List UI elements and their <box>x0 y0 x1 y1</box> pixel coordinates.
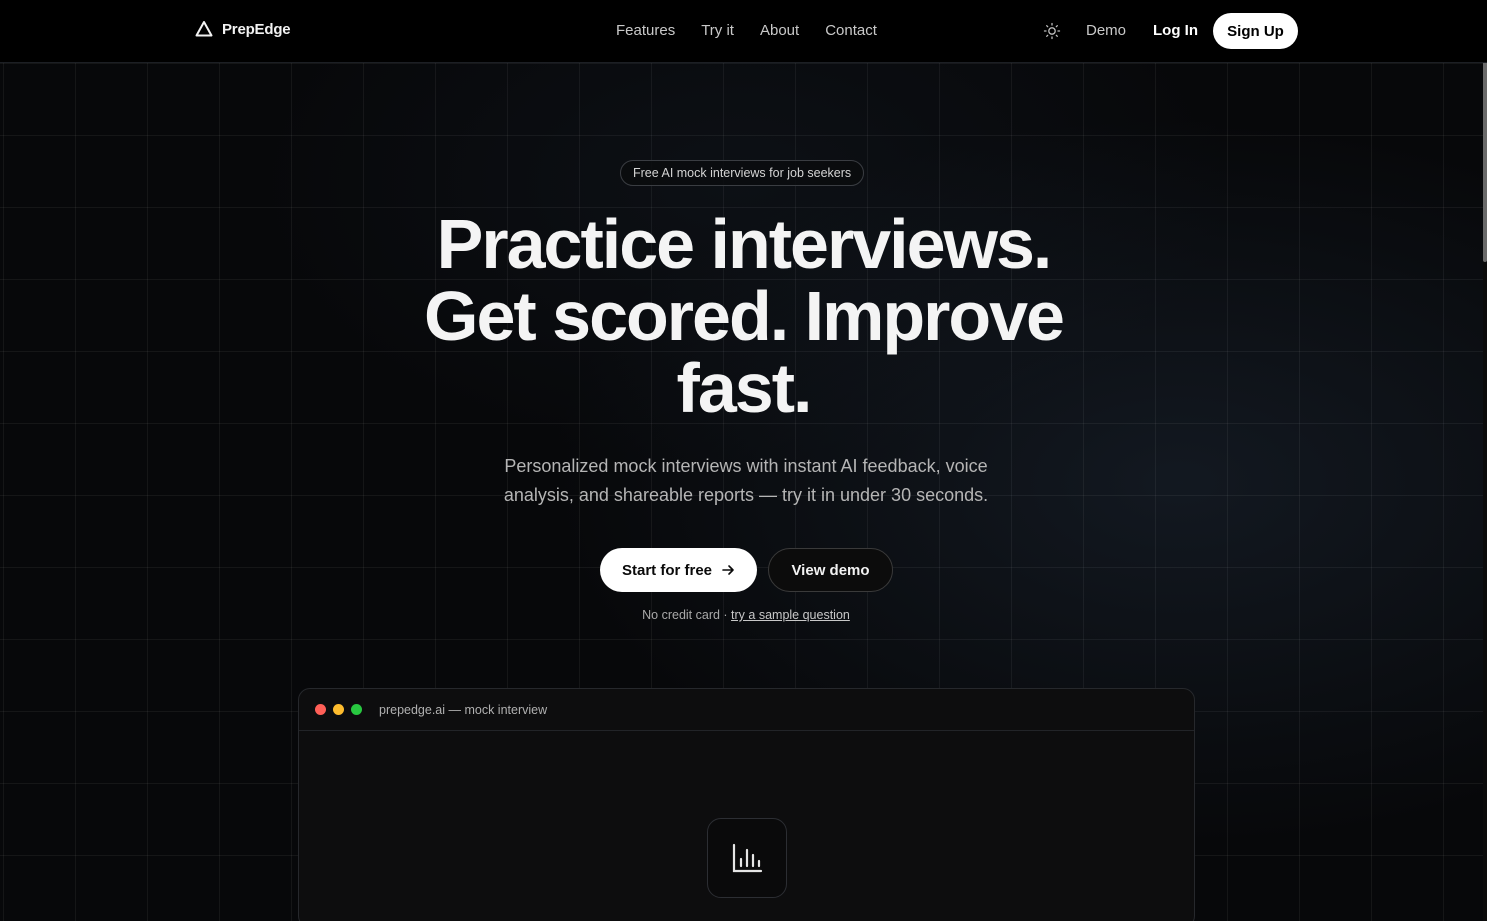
hero-headline: Practice interviews. Get scored. Improve… <box>380 208 1107 424</box>
hero-note: No credit card · try a sample question <box>560 608 932 622</box>
page: PrepEdge Features Try it About Contact D… <box>0 0 1487 921</box>
mock-interview-window: prepedge.ai — mock interview <box>298 688 1195 921</box>
start-for-free-label: Start for free <box>621 561 713 579</box>
window-close-dot <box>315 704 326 715</box>
sun-icon[interactable] <box>1043 22 1061 40</box>
window-minimize-dot <box>333 704 344 715</box>
brand-logo[interactable]: PrepEdge <box>195 20 291 38</box>
window-maximize-dot <box>351 704 362 715</box>
headline-line-2: Get scored. Improve <box>424 277 1065 355</box>
view-demo-button[interactable]: View demo <box>768 548 893 592</box>
main-nav: Features Try it About Contact <box>616 22 877 39</box>
headline-line-1: Practice interviews. <box>436 205 1053 283</box>
mock-window-title: prepedge.ai — mock interview <box>379 702 548 717</box>
demo-link[interactable]: Demo <box>1086 22 1126 39</box>
nav-link-contact[interactable]: Contact <box>825 22 877 39</box>
nav-link-about[interactable]: About <box>760 22 799 39</box>
subhead-line-1: Personalized mock interviews with instan… <box>504 456 988 476</box>
note-text: No credit card · <box>642 608 732 622</box>
triangle-logo-icon <box>195 21 213 37</box>
scrollbar[interactable] <box>1483 0 1487 921</box>
mock-window-titlebar: prepedge.ai — mock interview <box>299 689 1194 731</box>
top-nav-bar: PrepEdge Features Try it About Contact D… <box>0 0 1487 63</box>
subhead-line-2: analysis, and shareable reports — try it… <box>503 485 989 505</box>
bar-chart-icon <box>732 843 763 873</box>
signup-button[interactable]: Sign Up <box>1213 13 1298 49</box>
hero-subheadline: Personalized mock interviews with instan… <box>470 452 1022 510</box>
mock-icon-tile <box>707 818 787 898</box>
headline-line-3: fast. <box>676 349 813 427</box>
brand-name: PrepEdge <box>222 20 291 38</box>
login-link[interactable]: Log In <box>1153 22 1198 39</box>
hero-badge: Free AI mock interviews for job seekers <box>620 160 865 186</box>
start-for-free-button[interactable]: Start for free <box>600 548 757 592</box>
arrow-right-icon <box>722 565 734 575</box>
sample-question-link[interactable]: try a sample question <box>731 608 850 622</box>
nav-link-features[interactable]: Features <box>616 22 675 39</box>
nav-link-try-it[interactable]: Try it <box>701 22 734 39</box>
